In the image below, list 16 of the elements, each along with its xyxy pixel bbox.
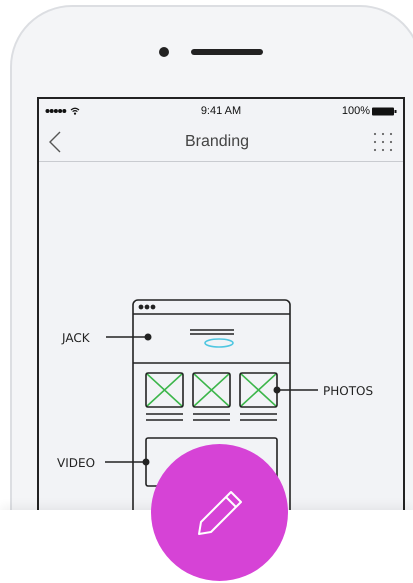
back-button[interactable] xyxy=(49,131,61,153)
speaker-icon xyxy=(191,49,263,55)
annotation-label: JACK xyxy=(62,331,90,345)
leader-line xyxy=(274,386,318,394)
annotation-label: VIDEO xyxy=(57,456,96,470)
signal-icon xyxy=(45,108,67,114)
leader-line xyxy=(105,458,150,466)
status-time: 9:41 AM xyxy=(200,105,242,117)
leader-line xyxy=(106,334,152,340)
camera-icon xyxy=(159,47,169,57)
nav-title: Branding xyxy=(184,133,250,151)
annotation-label: PHOTOS xyxy=(323,384,374,398)
battery-icon xyxy=(372,106,397,116)
battery-percent: 100% xyxy=(342,105,370,117)
wifi-icon xyxy=(70,107,80,115)
grid-menu-icon[interactable] xyxy=(372,132,393,152)
